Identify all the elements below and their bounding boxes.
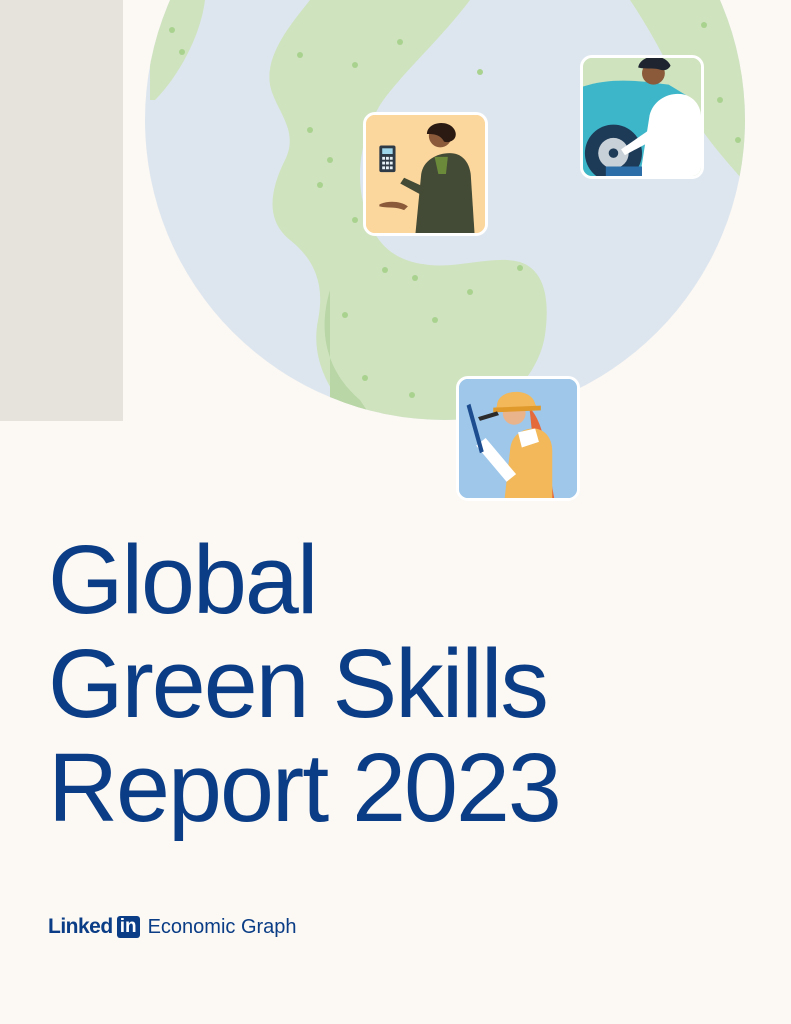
brand-subtitle: Economic Graph — [147, 915, 297, 938]
brand-wordmark: Linked — [48, 915, 113, 938]
title-line-3: Report 2023 — [48, 733, 562, 842]
report-title: Global Green Skills Report 2023 — [48, 525, 562, 842]
tile-engineer-hardhat — [456, 376, 580, 501]
title-line-1: Global — [48, 525, 318, 634]
tile-mechanic-car — [580, 55, 704, 179]
linkedin-economic-graph-logo: Linked in Economic Graph — [48, 914, 297, 940]
brand-in-badge: in — [116, 916, 140, 938]
tile-person-calculator — [363, 112, 488, 236]
title-line-2: Green Skills — [48, 629, 549, 738]
